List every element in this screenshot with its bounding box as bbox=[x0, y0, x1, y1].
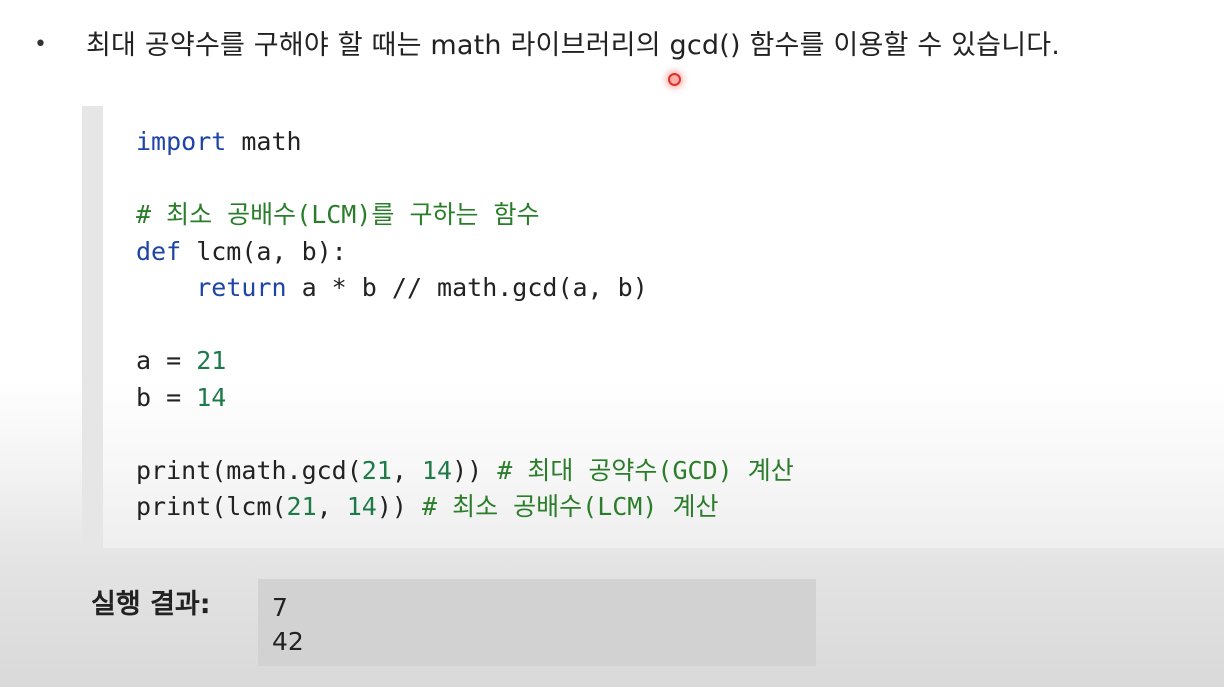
code-line: print(lcm(21, 14)) # 최소 공배수(LCM) 계산 bbox=[136, 489, 794, 526]
code-line: # 최소 공배수(LCM)를 구하는 함수 bbox=[136, 197, 794, 234]
code-keyword: def bbox=[136, 236, 182, 266]
code-number: 14 bbox=[422, 455, 453, 485]
result-line: 7 bbox=[272, 593, 288, 622]
code-line: return a * b // math.gcd(a, b) bbox=[136, 270, 794, 307]
code-block-accent-bar bbox=[82, 106, 103, 548]
result-output-box: 7 42 bbox=[258, 579, 816, 666]
code-text: print(lcm( bbox=[136, 492, 287, 521]
result-label: 실행 결과: bbox=[91, 589, 211, 620]
code-keyword: import bbox=[136, 127, 227, 156]
code-text: , bbox=[391, 455, 422, 485]
code-text: print(math.gcd( bbox=[136, 455, 362, 485]
code-text: )) bbox=[376, 492, 422, 521]
code-block: import math # 최소 공배수(LCM)를 구하는 함수 def lc… bbox=[82, 106, 1224, 548]
result-lines: 7 42 bbox=[272, 591, 304, 659]
code-number: 21 bbox=[196, 346, 227, 375]
code-comment: # 최소 공배수(LCM) 계산 bbox=[422, 492, 719, 521]
code-line: import math bbox=[136, 124, 794, 161]
bullet-text: 최대 공약수를 구해야 할 때는 math 라이브러리의 gcd() 함수를 이… bbox=[86, 30, 1061, 61]
code-line: def lcm(a, b): bbox=[136, 234, 794, 271]
code-text: math bbox=[226, 127, 302, 156]
code-text: a = bbox=[136, 346, 197, 375]
result-line: 42 bbox=[272, 627, 304, 656]
bullet-marker: • bbox=[34, 32, 47, 57]
bullet-item: • 최대 공약수를 구해야 할 때는 math 라이브러리의 gcd() 함수를… bbox=[34, 26, 1224, 72]
code-number: 14 bbox=[346, 492, 377, 521]
code-number: 21 bbox=[286, 492, 317, 521]
code-text: )) bbox=[452, 455, 498, 485]
code-line: b = 14 bbox=[136, 380, 794, 417]
code-text: a * b // math.gcd(a, b) bbox=[286, 273, 648, 302]
pointer-cursor-icon bbox=[668, 73, 681, 86]
code-comment: # 최소 공배수(LCM)를 구하는 함수 bbox=[136, 200, 540, 229]
code-lines: import math # 최소 공배수(LCM)를 구하는 함수 def lc… bbox=[136, 124, 794, 526]
code-text: , bbox=[316, 492, 347, 521]
code-line: a = 21 bbox=[136, 343, 794, 380]
code-text: b = bbox=[136, 382, 197, 412]
code-number: 21 bbox=[361, 455, 392, 485]
code-text: lcm(a, b): bbox=[181, 236, 347, 266]
code-comment: # 최대 공약수(GCD) 계산 bbox=[497, 455, 794, 485]
code-keyword: return bbox=[196, 273, 287, 302]
code-line: print(math.gcd(21, 14)) # 최대 공약수(GCD) 계산 bbox=[136, 453, 794, 490]
code-number: 14 bbox=[196, 382, 227, 412]
